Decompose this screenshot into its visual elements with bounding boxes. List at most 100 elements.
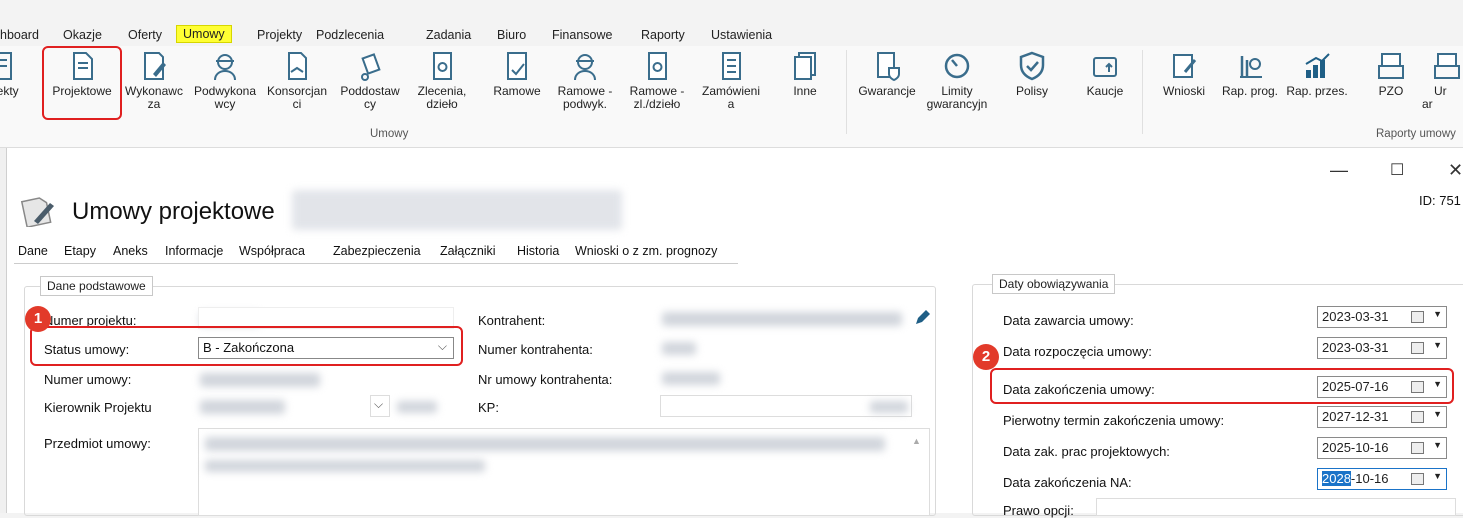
ribbon-separator (846, 50, 847, 134)
menu-zadania[interactable]: Zadania (426, 28, 471, 42)
worker-icon (574, 54, 596, 81)
ribbon-kaucje-button[interactable]: Kaucje (1068, 50, 1142, 98)
ribbon-poddostawcy-button[interactable]: Poddostaw cy (333, 50, 407, 111)
ribbon-polisy-button[interactable]: Polisy (995, 50, 1069, 98)
tab-historia[interactable]: Historia (517, 244, 559, 258)
menu-podzlecenia[interactable]: Podzlecenia (316, 28, 384, 42)
menu-projekty[interactable]: Projekty (257, 28, 302, 42)
maximize-button[interactable]: ☐ (1390, 160, 1404, 180)
menu-dashboard[interactable]: hboard (0, 28, 39, 42)
ribbon-ramowe-button[interactable]: Ramowe (480, 50, 554, 98)
dropdown-arrow-icon: ▼ (1433, 440, 1442, 450)
annotation-badge-2: 2 (973, 344, 999, 370)
tab-aneks[interactable]: Aneks (113, 244, 148, 258)
menu-umowy[interactable]: Umowy (176, 25, 232, 43)
close-button[interactable]: ✕ (1448, 160, 1463, 181)
ribbon-konsorcjanci-button[interactable]: Konsorcjan ci (260, 50, 334, 111)
chevron-down-icon: ⌵ (374, 397, 384, 411)
menu-okazje[interactable]: Okazje (63, 28, 102, 42)
numer-kontrahenta-label: Numer kontrahenta: (478, 342, 593, 357)
tab-informacje[interactable]: Informacje (165, 244, 223, 258)
gauge-icon (944, 53, 970, 79)
tab-dane[interactable]: Dane (18, 244, 48, 258)
menu-raporty[interactable]: Raporty (641, 28, 685, 42)
numer-umowy-label: Numer umowy: (44, 372, 132, 387)
date-year-selection: 2028 (1322, 471, 1351, 486)
ribbon: rojekty Projektowe Wykonawc za Podwykona… (0, 46, 1463, 148)
redacted-value (200, 400, 285, 414)
data-rozpoczecia-value: 2023-03-31 (1322, 340, 1389, 355)
ribbon-wnioski-button[interactable]: Wnioski (1147, 50, 1221, 98)
ribbon-rap-przes-button[interactable]: Rap. przes. (1280, 50, 1354, 98)
contract-edit-icon (20, 197, 54, 227)
ribbon-rap-prog-button[interactable]: Rap. prog. (1213, 50, 1287, 98)
pierwotny-termin-picker[interactable]: 2027-12-31 ▼ (1317, 406, 1447, 428)
stack-icon (794, 52, 816, 80)
ribbon-group-raporty: Raporty umowy (1376, 128, 1456, 140)
dropdown-arrow-icon: ▼ (1433, 309, 1442, 319)
dolly-icon (361, 53, 381, 81)
ribbon-projekty-button[interactable]: rojekty (0, 50, 38, 98)
pierwotny-termin-value: 2027-12-31 (1322, 409, 1389, 424)
dropdown-arrow-icon: ▼ (1433, 471, 1442, 481)
ribbon-limity-button[interactable]: Limity gwarancyjn (920, 50, 994, 111)
data-zakonczenia-na-picker[interactable]: 2028-10-16 ▼ (1317, 468, 1447, 490)
data-zak-prac-picker[interactable]: 2025-10-16 ▼ (1317, 437, 1447, 459)
ribbon-separator-2 (1142, 50, 1143, 134)
annotation-badge-1: 1 (25, 306, 51, 332)
ribbon-zlecenia-button[interactable]: Zlecenia, dzieło (405, 50, 479, 111)
ribbon-inne-button[interactable]: Inne (768, 50, 842, 98)
calendar-icon (1411, 473, 1424, 485)
tab-zabezpieczenia[interactable]: Zabezpieczenia (333, 244, 421, 258)
record-id: ID: 751 (1419, 193, 1461, 208)
redacted-value (200, 373, 320, 387)
tab-etapy[interactable]: Etapy (64, 244, 96, 258)
redacted-value (662, 372, 720, 385)
menu-oferty[interactable]: Oferty (128, 28, 162, 42)
data-rozpoczecia-label: Data rozpoczęcia umowy: (1003, 344, 1152, 359)
ribbon-zamowienia-button[interactable]: Zamówieni a (694, 50, 768, 111)
minimize-button[interactable]: — (1330, 160, 1348, 181)
ribbon-ur-button[interactable]: Ur ar (1422, 50, 1463, 111)
menu-ustawienia[interactable]: Ustawienia (711, 28, 772, 42)
prawo-opcji-field[interactable] (1096, 498, 1456, 516)
redacted-value (870, 401, 908, 413)
calendar-icon (1411, 411, 1424, 423)
shield-icon (1019, 51, 1045, 81)
ribbon-wykonawcza-button[interactable]: Wykonawc za (117, 50, 191, 111)
kontrahent-label: Kontrahent: (478, 313, 546, 328)
data-zakonczenia-na-label: Data zakończenia NA: (1003, 475, 1132, 490)
data-rozpoczecia-picker[interactable]: 2023-03-31 ▼ (1317, 337, 1447, 359)
ribbon-ramowe-zl-button[interactable]: Ramowe - zl./dzieło (620, 50, 694, 111)
ribbon-podwykonawcy-button[interactable]: Podwykona wcy (188, 50, 262, 111)
handshake-icon (288, 52, 307, 80)
ribbon-ramowe-podwyk-button[interactable]: Ramowe - podwyk. (548, 50, 622, 111)
kp-label: KP: (478, 400, 499, 415)
highlight-status (30, 326, 463, 366)
worker-icon (214, 54, 236, 81)
projects-icon (0, 52, 12, 80)
highlight-projektowe (42, 46, 122, 120)
data-zawarcia-value: 2023-03-31 (1322, 309, 1389, 324)
request-icon (1173, 54, 1197, 78)
redacted-value (397, 401, 437, 413)
frame-doc-icon (507, 52, 527, 80)
basic-data-legend: Dane podstawowe (40, 276, 153, 296)
menu-biuro[interactable]: Biuro (497, 28, 526, 42)
dropdown-arrow-icon: ▼ (1433, 409, 1442, 419)
scroll-up-icon[interactable]: ▲ (912, 436, 921, 446)
edit-doc-icon (144, 52, 166, 80)
tray-icon (1434, 53, 1460, 79)
tab-wnioski[interactable]: Wnioski o z zm. prognozy (575, 244, 717, 258)
kierownik-dropdown[interactable]: ⌵ (370, 395, 390, 417)
data-zawarcia-picker[interactable]: 2023-03-31 ▼ (1317, 306, 1447, 328)
calendar-icon (1411, 342, 1424, 354)
tab-wspolpraca[interactable]: Współpraca (239, 244, 305, 258)
ribbon-pzo-button[interactable]: PZO (1354, 50, 1428, 98)
tab-zalaczniki[interactable]: Załączniki (440, 244, 496, 258)
redacted-value (205, 460, 485, 472)
pencil-icon[interactable] (913, 309, 931, 327)
menu-finansowe[interactable]: Finansowe (552, 28, 612, 42)
data-zawarcia-label: Data zawarcia umowy: (1003, 313, 1134, 328)
ribbon-gwarancje-button[interactable]: Gwarancje (850, 50, 924, 98)
